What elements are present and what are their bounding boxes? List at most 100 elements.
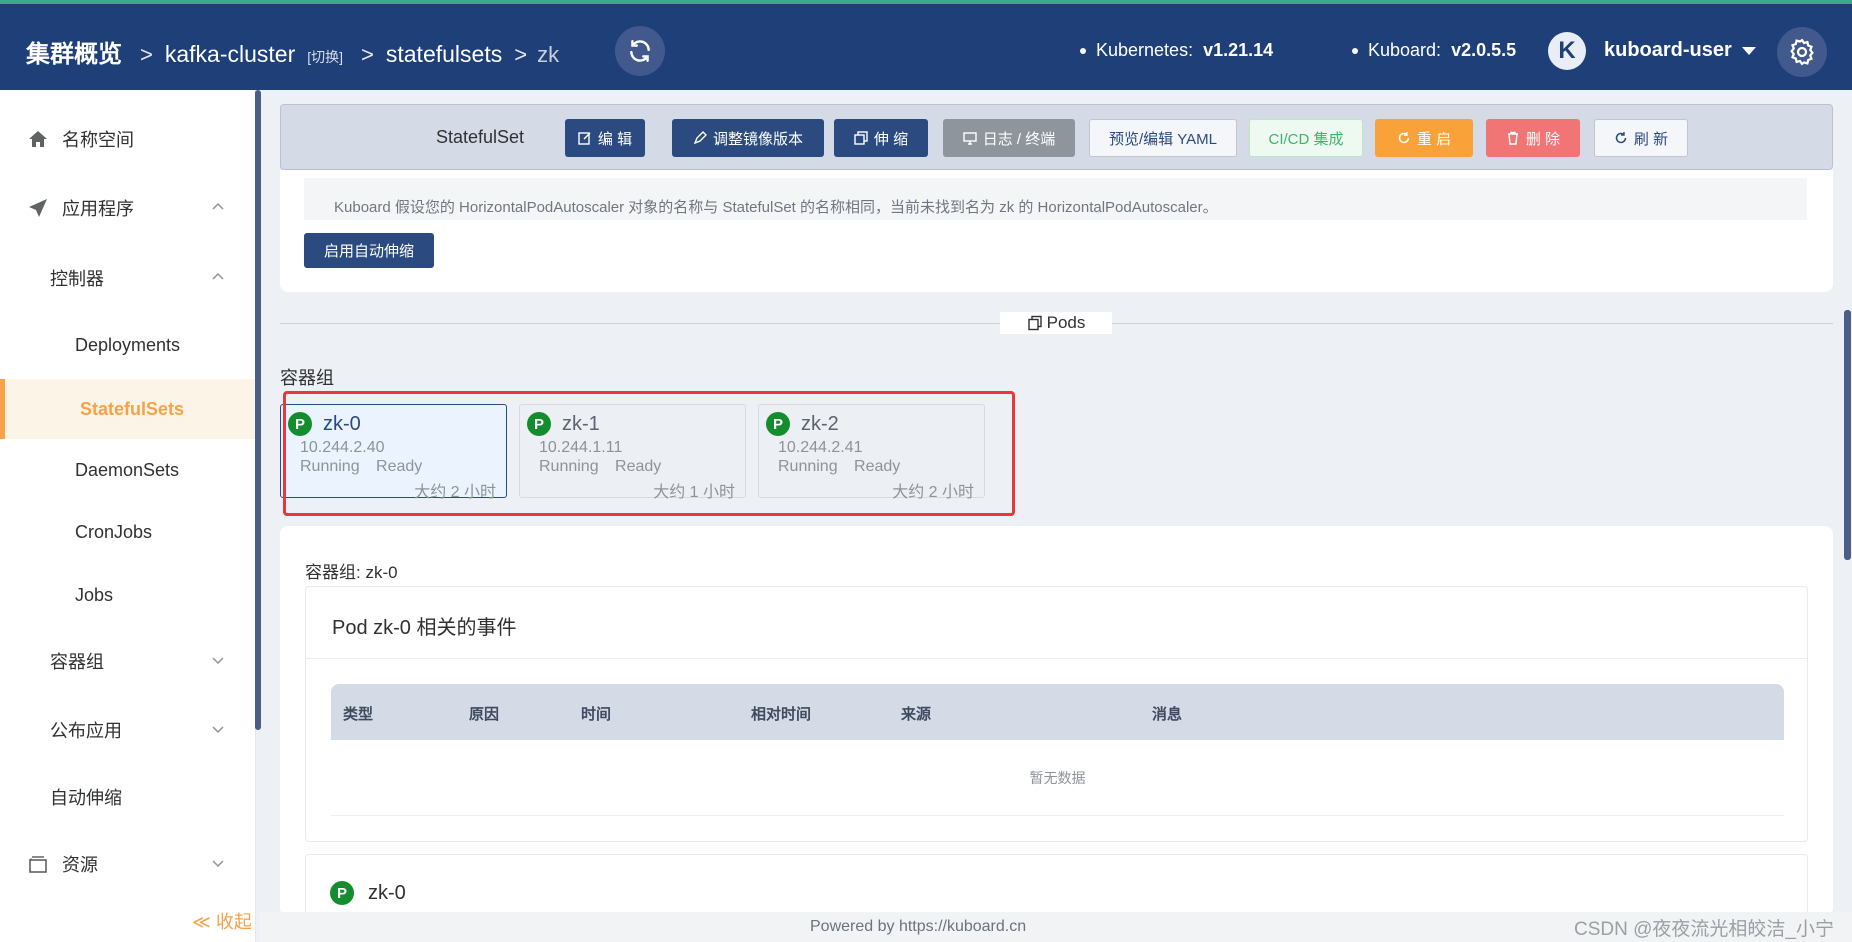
kubernetes-version: Kubernetes: v1.21.14: [1080, 40, 1273, 61]
gear-icon[interactable]: [1777, 27, 1827, 77]
kubernetes-version-value: v1.21.14: [1203, 40, 1274, 60]
refresh-icon[interactable]: [615, 26, 665, 76]
column-time: 时间: [581, 706, 612, 723]
refresh-button[interactable]: 刷 新: [1594, 119, 1688, 157]
sidebar-item-resources[interactable]: 资源: [0, 840, 255, 888]
sidebar-item-label: 控制器: [50, 269, 104, 289]
home-icon: [29, 131, 47, 147]
sidebar-item-label: 资源: [62, 855, 98, 875]
kubernetes-label: Kubernetes:: [1096, 40, 1194, 60]
column-type: 类型: [343, 706, 374, 723]
sidebar-item-label: 容器组: [50, 652, 104, 672]
username: kuboard-user: [1604, 39, 1732, 61]
sidebar-scrollbar[interactable]: [255, 90, 261, 730]
sidebar-item-label: 名称空间: [62, 130, 134, 150]
button-label: 刷 新: [1633, 130, 1669, 148]
sidebar-item-label: Jobs: [75, 584, 114, 605]
sidebar-item-statefulsets[interactable]: StatefulSets: [0, 379, 255, 439]
switch-cluster-link[interactable]: [切换]: [307, 47, 343, 67]
trash-icon: [1507, 131, 1518, 145]
sidebar-item-cronjobs[interactable]: CronJobs: [0, 508, 255, 556]
events-table-header: 类型 原因 时间 相对时间 来源 消息: [331, 684, 1784, 740]
button-label: CI/CD 集成: [1268, 130, 1344, 148]
breadcrumb-separator: >: [140, 42, 153, 67]
events-title: Pod zk-0 相关的事件: [332, 617, 517, 639]
enable-autoscale-button[interactable]: 启用自动伸缩: [304, 233, 434, 268]
edit-icon: [578, 132, 591, 145]
sidebar-item-publish[interactable]: 公布应用: [0, 706, 255, 754]
collapse-sidebar-button[interactable]: ≪ 收起: [192, 908, 252, 934]
copy-icon: [1027, 315, 1042, 331]
refresh-icon: [1615, 132, 1627, 144]
column-reason: 原因: [469, 706, 500, 723]
pod-sub-card: P zk-0: [305, 854, 1808, 916]
sidebar-item-label: Deployments: [75, 334, 181, 355]
delete-button[interactable]: 删 除: [1486, 119, 1580, 157]
pod-detail-panel: 容器组: zk-0 Pod zk-0 相关的事件 类型 原因 时间 相对时间 来…: [280, 526, 1833, 916]
avatar[interactable]: K: [1548, 32, 1586, 70]
breadcrumb-cluster[interactable]: kafka-cluster: [165, 41, 295, 68]
button-label: 删 除: [1525, 130, 1561, 148]
sidebar-item-jobs[interactable]: Jobs: [0, 571, 255, 619]
empty-state: 暂无数据: [331, 740, 1784, 816]
rotate-icon: [1398, 132, 1410, 144]
chevron-up-icon: [212, 272, 224, 280]
breadcrumb-cluster-overview[interactable]: 集群概览: [26, 34, 122, 69]
resource-kind-label: StatefulSet: [436, 127, 525, 147]
pod-phase-badge: P: [330, 881, 354, 905]
pod-sub-name: zk-0: [368, 882, 406, 904]
send-icon: [29, 199, 47, 217]
breadcrumb-separator: >: [361, 42, 374, 67]
top-header: 集群概览 > kafka-cluster [切换] > statefulsets…: [0, 0, 1852, 90]
sidebar-item-controllers[interactable]: 控制器: [0, 254, 255, 302]
bullet-icon: [1080, 47, 1086, 54]
column-source: 来源: [901, 706, 932, 723]
column-message: 消息: [1152, 706, 1183, 723]
statefulset-action-bar: StatefulSet 编 辑 调整镜像版本 伸 缩 日志 / 终端 预览/编辑…: [280, 104, 1833, 170]
monitor-icon: [963, 132, 977, 145]
button-label: 日志 / 终端: [982, 130, 1056, 148]
kuboard-label: Kuboard:: [1368, 40, 1442, 60]
powered-by-text: Powered by https://kuboard.cn: [810, 918, 1027, 935]
kuboard-version-value: v2.0.5.5: [1451, 40, 1517, 60]
adjust-image-version-button[interactable]: 调整镜像版本: [672, 119, 824, 157]
sidebar-item-label: CronJobs: [75, 521, 153, 542]
sidebar-item-autoscale[interactable]: 自动伸缩: [0, 773, 255, 821]
breadcrumb-statefulsets[interactable]: statefulsets: [386, 41, 502, 68]
breadcrumb-separator: >: [514, 42, 528, 67]
hpa-card: Kuboard 假设您的 HorizontalPodAutoscaler 对象的…: [280, 170, 1833, 292]
restart-button[interactable]: 重 启: [1375, 119, 1473, 157]
sidebar-item-apps[interactable]: 应用程序: [0, 184, 255, 232]
sidebar-item-label: StatefulSets: [80, 398, 185, 419]
divider: [306, 658, 1807, 659]
box-icon: [29, 856, 47, 873]
sidebar-item-pods[interactable]: 容器组: [0, 637, 255, 685]
edit-button[interactable]: 编 辑: [565, 119, 645, 157]
user-menu[interactable]: kuboard-user: [1604, 39, 1756, 62]
breadcrumb: 集群概览 > kafka-cluster [切换] > statefulsets…: [26, 34, 559, 69]
copy-icon: [854, 131, 868, 145]
sidebar-item-deployments[interactable]: Deployments: [0, 321, 255, 369]
cicd-button[interactable]: CI/CD 集成: [1249, 119, 1363, 157]
kuboard-version: Kuboard: v2.0.5.5: [1352, 40, 1516, 61]
chevron-down-icon: [212, 860, 224, 868]
pods-divider-label: Pods: [1000, 312, 1112, 334]
chevron-down-icon: [212, 657, 224, 665]
column-relative-time: 相对时间: [751, 706, 812, 723]
logs-terminal-button[interactable]: 日志 / 终端: [943, 119, 1075, 157]
sidebar-item-label: 自动伸缩: [50, 788, 122, 808]
hpa-message: Kuboard 假设您的 HorizontalPodAutoscaler 对象的…: [304, 178, 1807, 220]
preview-edit-yaml-button[interactable]: 预览/编辑 YAML: [1089, 119, 1237, 157]
scale-button[interactable]: 伸 缩: [834, 119, 928, 157]
bullet-icon: [1352, 47, 1358, 54]
main-scrollbar[interactable]: [1844, 310, 1851, 560]
breadcrumb-current: zk: [537, 42, 560, 67]
chevron-up-icon: [212, 202, 224, 210]
sidebar-item-namespace[interactable]: 名称空间: [0, 115, 255, 163]
pods-label: Pods: [1046, 313, 1086, 332]
footer: Powered by https://kuboard.cn CSDN @夜夜流光…: [260, 912, 1852, 942]
button-label: 重 启: [1416, 130, 1452, 148]
caret-down-icon: [1741, 46, 1756, 55]
sidebar-item-daemonsets[interactable]: DaemonSets: [0, 446, 255, 494]
highlight-annotation-box: [283, 391, 1015, 516]
